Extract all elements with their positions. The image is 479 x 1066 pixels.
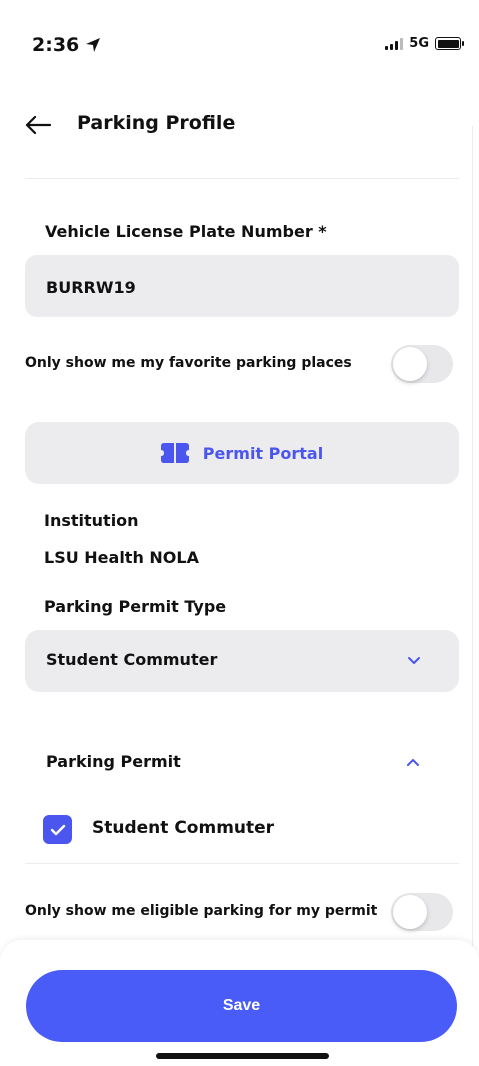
toggle-knob	[393, 347, 427, 381]
back-button[interactable]	[24, 110, 54, 140]
scroll-track	[472, 126, 473, 1026]
parking-permit-label: Parking Permit	[46, 752, 181, 771]
plate-label: Vehicle License Plate Number *	[45, 222, 327, 241]
favorites-toggle-label: Only show me my favorite parking places	[25, 355, 352, 371]
save-button[interactable]: Save	[26, 970, 457, 1042]
student-commuter-checkbox[interactable]	[43, 815, 72, 844]
checkmark-icon	[50, 824, 65, 835]
permit-portal-label: Permit Portal	[202, 443, 324, 463]
location-arrow-icon	[86, 38, 101, 52]
header-divider	[25, 178, 459, 179]
battery-icon	[435, 37, 464, 50]
chevron-down-icon	[408, 657, 420, 664]
signal-icon	[385, 37, 404, 50]
permit-portal-button[interactable]: Permit Portal	[25, 422, 459, 484]
chevron-up-icon	[407, 759, 419, 766]
home-indicator[interactable]	[156, 1053, 329, 1059]
permit-type-label: Parking Permit Type	[44, 597, 227, 616]
institution-label: Institution	[44, 511, 139, 530]
parking-permit-collapse-button[interactable]	[398, 750, 428, 774]
eligible-toggle[interactable]	[391, 893, 453, 931]
plate-input-value[interactable]: BURRW19	[46, 278, 136, 297]
toggle-knob	[393, 895, 427, 929]
network-label: 5G	[409, 36, 429, 51]
permit-type-dropdown[interactable]: Student Commuter	[25, 630, 459, 692]
arrow-left-icon	[25, 115, 52, 135]
status-bar-indicators: 5G	[385, 36, 464, 51]
ticket-icon	[160, 443, 189, 463]
eligible-toggle-label: Only show me eligible parking for my per…	[25, 903, 378, 919]
permit-divider	[25, 863, 459, 864]
institution-value: LSU Health NOLA	[44, 548, 199, 567]
student-commuter-option-label: Student Commuter	[92, 818, 275, 838]
permit-type-selected: Student Commuter	[46, 650, 218, 669]
favorites-toggle[interactable]	[391, 345, 453, 383]
status-bar-time: 2:36	[32, 34, 101, 56]
page-title: Parking Profile	[77, 112, 236, 134]
clock-label: 2:36	[32, 34, 80, 56]
save-button-label: Save	[222, 997, 261, 1014]
